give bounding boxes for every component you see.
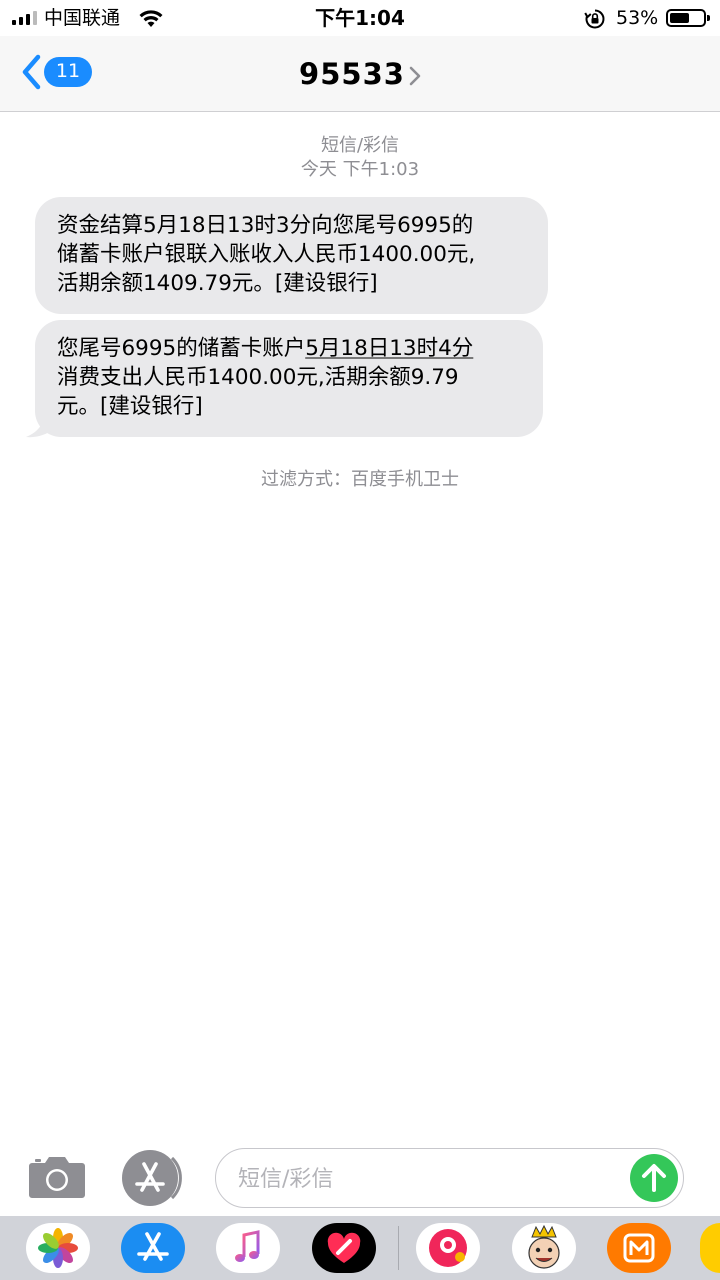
- message-line: 资金结算5月18日13时3分向您尾号6995的: [57, 213, 474, 238]
- message-timestamp: 今天 下午1:03: [300, 159, 420, 180]
- rotation-lock-icon: [584, 9, 605, 29]
- title-chevron-icon: [409, 66, 421, 86]
- music-app-icon[interactable]: [216, 1223, 280, 1273]
- send-arrow-icon: [642, 1164, 666, 1192]
- message-line: 元。[建设银行]: [57, 394, 203, 419]
- photos-app-icon[interactable]: [26, 1223, 90, 1273]
- quiz-app-icon[interactable]: [416, 1223, 480, 1273]
- message-input[interactable]: [236, 1159, 620, 1199]
- message-bubble[interactable]: 资金结算5月18日13时3分向您尾号6995的 储蓄卡账户银联入账收入人民币14…: [35, 197, 548, 314]
- status-time: 下午1:04: [315, 6, 405, 30]
- message-text: 您尾号6995的储蓄卡账户: [57, 336, 306, 361]
- message-bubble[interactable]: 您尾号6995的储蓄卡账户5月18日13时4分 消费支出人民币1400.00元,…: [35, 320, 543, 437]
- app-store-button[interactable]: [120, 1150, 184, 1206]
- message-line: 消费支出人民币1400.00元,活期余额9.79: [57, 365, 459, 390]
- message-type-label: 短信/彩信: [320, 135, 400, 156]
- camera-button[interactable]: [28, 1155, 86, 1203]
- contact-title[interactable]: 95533: [0, 56, 720, 92]
- app-store-app-icon[interactable]: [121, 1223, 185, 1273]
- emoji-app-icon[interactable]: [700, 1223, 720, 1273]
- app-store-icon: [122, 1150, 182, 1206]
- message-input-field[interactable]: [215, 1148, 684, 1208]
- digital-touch-app-icon[interactable]: [312, 1223, 376, 1273]
- contact-number: 95533: [299, 57, 405, 91]
- message-line: 储蓄卡账户银联入账收入人民币1400.00元,: [57, 242, 476, 267]
- king-sticker-app-icon[interactable]: [512, 1223, 576, 1273]
- battery-icon: [666, 9, 710, 27]
- date-link[interactable]: 5月18日13时4分: [305, 336, 473, 361]
- conversation-header: 短信/彩信 今天 下午1:03: [0, 134, 720, 182]
- camera-icon: [29, 1157, 85, 1198]
- nav-bar: 11 95533: [0, 36, 720, 112]
- drawer-separator: [398, 1226, 399, 1270]
- battery-percent: 53%: [616, 7, 659, 29]
- status-bar: 中国联通 下午1:04 53%: [0, 0, 720, 36]
- send-button[interactable]: [630, 1154, 678, 1202]
- message-line: 您尾号6995的储蓄卡账户5月18日13时4分: [57, 334, 521, 363]
- filter-note: 过滤方式：百度手机卫士: [261, 469, 459, 490]
- app-drawer: [0, 1216, 720, 1280]
- bubble-tail: [26, 414, 54, 438]
- message-line: 活期余额1409.79元。[建设银行]: [57, 271, 378, 296]
- mango-tv-app-icon[interactable]: [607, 1223, 671, 1273]
